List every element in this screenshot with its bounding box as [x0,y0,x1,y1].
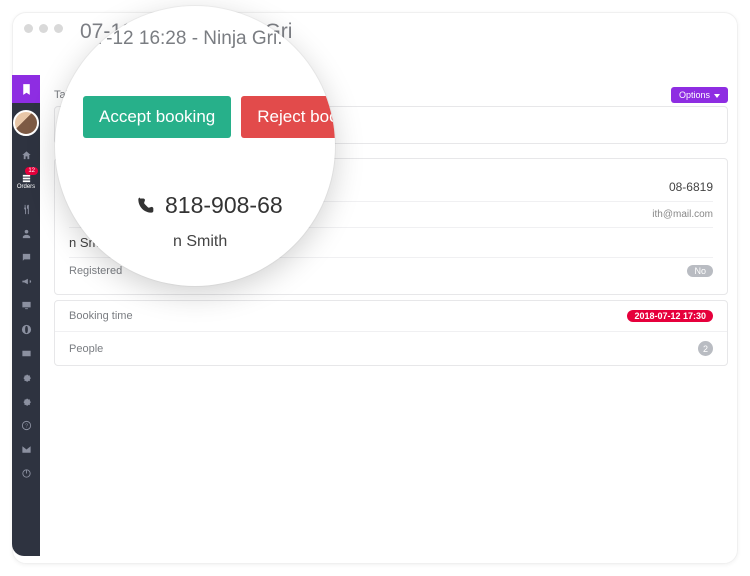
globe-icon [21,324,32,335]
lens-phone: 818-908-68 [135,192,313,219]
sidebar-item-restaurant[interactable] [12,197,40,221]
users-icon [21,228,32,239]
mail-icon [21,444,32,455]
accept-booking-button[interactable]: Accept booking [83,96,231,138]
sidebar-item-display[interactable] [12,293,40,317]
phone-icon [135,196,155,216]
lens-title: 07-12 16:28 - Ninja Gri. [85,28,313,50]
help-icon: ? [21,420,32,431]
sidebar-item-payment[interactable] [12,341,40,365]
payment-icon [21,348,32,359]
gear-icon [21,372,32,383]
sidebar-item-settings[interactable] [12,365,40,389]
booking-time-badge: 2018-07-12 17:30 [627,310,713,322]
bookmark-icon [20,83,33,96]
sidebar-item-chat[interactable] [12,245,40,269]
cutlery-icon [21,204,32,215]
chat-icon [21,252,32,263]
booking-panel: Booking time 2018-07-12 17:30 People 2 [54,300,728,366]
sidebar-item-help[interactable]: ? [12,413,40,437]
sidebar-item-home[interactable] [12,143,40,167]
email-value: ith@mail.com [652,209,713,220]
sidebar-item-announce[interactable] [12,269,40,293]
svg-text:?: ? [25,423,28,429]
lens-phone-value: 818-908-68 [165,192,283,219]
sidebar-item-mail[interactable] [12,437,40,461]
avatar[interactable] [13,110,39,136]
reject-booking-button[interactable]: Reject booking [241,96,335,138]
sidebar-item-globe[interactable] [12,317,40,341]
sidebar-item-settings2[interactable] [12,389,40,413]
options-button[interactable]: Options [671,87,728,103]
lens-customer-name: n Smith [173,233,313,251]
monitor-icon [21,300,32,311]
sidebar: 12 Orders ? [12,75,40,556]
orders-label: Orders [17,184,35,191]
sidebar-item-users[interactable] [12,221,40,245]
megaphone-icon [21,276,32,287]
magnifier-lens: 07-12 16:28 - Ninja Gri. Accept booking … [55,6,335,286]
phone-value: 08-6819 [669,180,713,194]
booking-time-label: Booking time [69,310,133,322]
sidebar-item-orders[interactable]: 12 Orders [12,167,40,197]
gear-icon [21,396,32,407]
sidebar-item-power[interactable] [12,461,40,485]
people-badge: 2 [698,341,713,356]
people-label: People [69,343,103,355]
registered-badge: No [687,265,713,277]
home-icon [21,150,32,161]
brand-logo[interactable] [12,75,40,103]
orders-badge: 12 [25,167,38,175]
power-icon [21,468,32,479]
